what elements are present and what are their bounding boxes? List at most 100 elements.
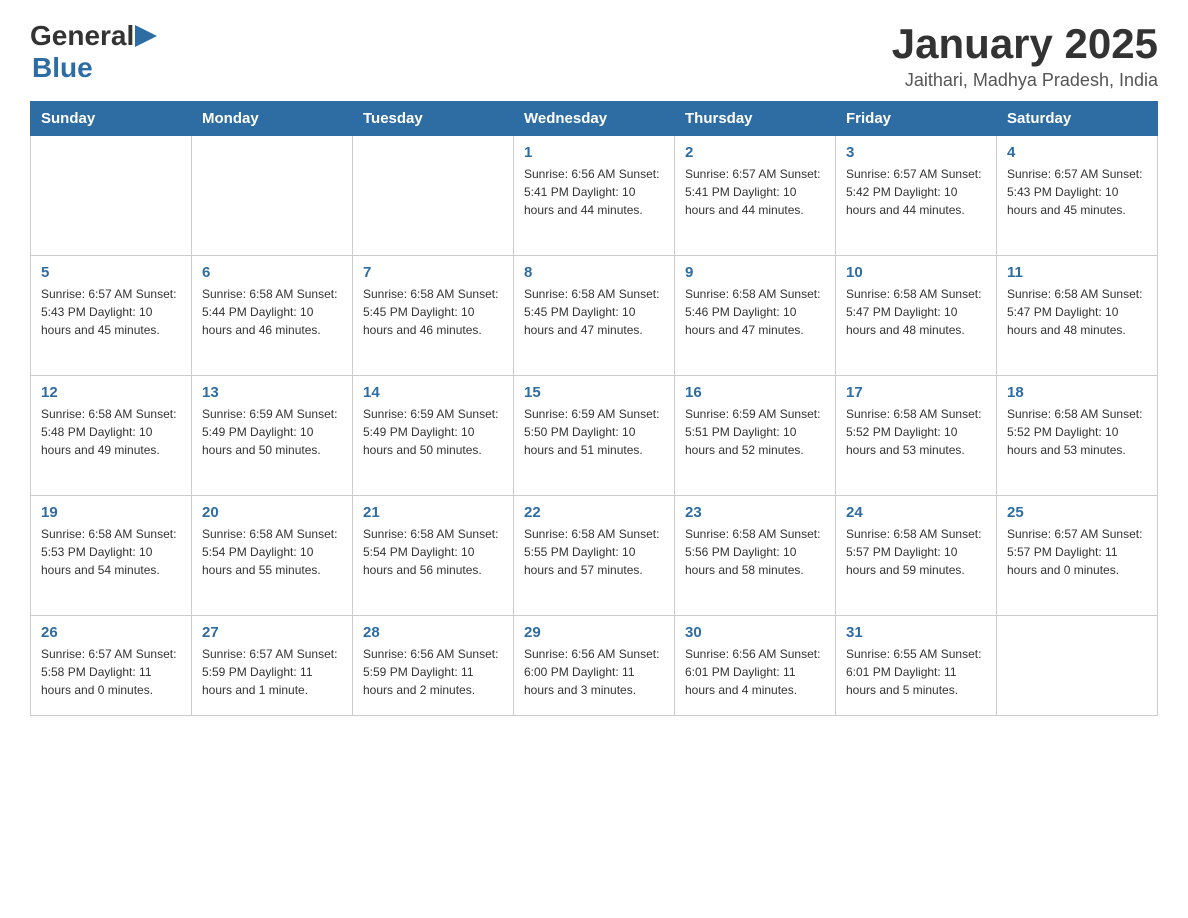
calendar-cell: 28Sunrise: 6:56 AM Sunset: 5:59 PM Dayli…: [353, 616, 514, 716]
calendar-week-row: 1Sunrise: 6:56 AM Sunset: 5:41 PM Daylig…: [31, 136, 1158, 256]
day-number: 20: [202, 504, 342, 521]
day-number: 13: [202, 384, 342, 401]
calendar-cell: 21 Sunrise: 6:58 AM Sunset: 5:54 PM Dayli…: [353, 496, 514, 616]
calendar-cell: 22 Sunrise: 6:58 AM Sunset: 5:55 PM Dayli…: [514, 496, 675, 616]
day-info: Sunrise: 6:59 AM Sunset: 5:51 PM Dayligh…: [685, 405, 825, 459]
calendar-cell: 27 Sunrise: 6:57 AM Sunset: 5:59 PM Dayli…: [192, 616, 353, 716]
calendar-cell: 8 Sunrise: 6:58 AM Sunset: 5:45 PM Daylig…: [514, 256, 675, 376]
day-info: Sunrise: 6:59 AM Sunset: 5:49 PM Dayligh…: [202, 405, 342, 459]
day-info: Sunrise: 6:58 AM Sunset: 5:52 PM Dayligh…: [1007, 405, 1147, 459]
day-number: 28: [363, 624, 503, 641]
day-info: Sunrise: 6:59 AM Sunset: 5:49 PM Dayligh…: [363, 405, 503, 459]
column-header-thursday: Thursday: [675, 102, 836, 136]
calendar-header-row: SundayMondayTuesdayWednesdayThursdayFrid…: [31, 102, 1158, 136]
calendar-cell: 20 Sunrise: 6:58 AM Sunset: 5:54 PM Dayli…: [192, 496, 353, 616]
calendar-cell: 7Sunrise: 6:58 AM Sunset: 5:45 PM Daylig…: [353, 256, 514, 376]
day-number: 18: [1007, 384, 1147, 401]
calendar-cell: 12 Sunrise: 6:58 AM Sunset: 5:48 PM Dayli…: [31, 376, 192, 496]
day-number: 10: [846, 264, 986, 281]
column-header-friday: Friday: [836, 102, 997, 136]
calendar-cell: 25Sunrise: 6:57 AM Sunset: 5:57 PM Dayli…: [997, 496, 1158, 616]
calendar-cell: 1Sunrise: 6:56 AM Sunset: 5:41 PM Daylig…: [514, 136, 675, 256]
day-number: 5: [41, 264, 181, 281]
day-info: Sunrise: 6:58 AM Sunset: 5:45 PM Dayligh…: [524, 285, 664, 339]
column-header-tuesday: Tuesday: [353, 102, 514, 136]
calendar-cell: [31, 136, 192, 256]
day-number: 30: [685, 624, 825, 641]
logo-general-text: General: [30, 20, 134, 52]
day-number: 25: [1007, 504, 1147, 521]
page-header: General Blue January 2025 Jaithari, Madh…: [30, 20, 1158, 91]
calendar-cell: 5Sunrise: 6:57 AM Sunset: 5:43 PM Daylig…: [31, 256, 192, 376]
calendar-cell: 19Sunrise: 6:58 AM Sunset: 5:53 PM Dayli…: [31, 496, 192, 616]
day-number: 16: [685, 384, 825, 401]
day-number: 17: [846, 384, 986, 401]
calendar-cell: 18 Sunrise: 6:58 AM Sunset: 5:52 PM Dayli…: [997, 376, 1158, 496]
day-number: 21: [363, 504, 503, 521]
calendar-cell: [353, 136, 514, 256]
day-info: Sunrise: 6:58 AM Sunset: 5:44 PM Dayligh…: [202, 285, 342, 339]
column-header-monday: Monday: [192, 102, 353, 136]
column-header-sunday: Sunday: [31, 102, 192, 136]
calendar-cell: 11Sunrise: 6:58 AM Sunset: 5:47 PM Dayli…: [997, 256, 1158, 376]
calendar-cell: 23 Sunrise: 6:58 AM Sunset: 5:56 PM Dayli…: [675, 496, 836, 616]
column-header-wednesday: Wednesday: [514, 102, 675, 136]
day-number: 12: [41, 384, 181, 401]
day-number: 14: [363, 384, 503, 401]
day-info: Sunrise: 6:58 AM Sunset: 5:52 PM Dayligh…: [846, 405, 986, 459]
title-section: January 2025 Jaithari, Madhya Pradesh, I…: [892, 20, 1158, 91]
column-header-saturday: Saturday: [997, 102, 1158, 136]
day-number: 3: [846, 144, 986, 161]
calendar-cell: 17 Sunrise: 6:58 AM Sunset: 5:52 PM Dayli…: [836, 376, 997, 496]
day-number: 31: [846, 624, 986, 641]
day-number: 22: [524, 504, 664, 521]
day-number: 4: [1007, 144, 1147, 161]
day-info: Sunrise: 6:58 AM Sunset: 5:54 PM Dayligh…: [363, 525, 503, 579]
day-info: Sunrise: 6:57 AM Sunset: 5:58 PM Dayligh…: [41, 645, 181, 699]
day-number: 24: [846, 504, 986, 521]
day-number: 27: [202, 624, 342, 641]
day-number: 2: [685, 144, 825, 161]
calendar-week-row: 26 Sunrise: 6:57 AM Sunset: 5:58 PM Dayli…: [31, 616, 1158, 716]
day-info: Sunrise: 6:56 AM Sunset: 6:01 PM Dayligh…: [685, 645, 825, 699]
day-info: Sunrise: 6:58 AM Sunset: 5:57 PM Dayligh…: [846, 525, 986, 579]
calendar-cell: 24 Sunrise: 6:58 AM Sunset: 5:57 PM Dayli…: [836, 496, 997, 616]
day-info: Sunrise: 6:57 AM Sunset: 5:59 PM Dayligh…: [202, 645, 342, 699]
day-info: Sunrise: 6:58 AM Sunset: 5:56 PM Dayligh…: [685, 525, 825, 579]
logo-triangle-icon: [135, 25, 157, 47]
day-info: Sunrise: 6:58 AM Sunset: 5:48 PM Dayligh…: [41, 405, 181, 459]
page-title: January 2025: [892, 20, 1158, 68]
day-number: 23: [685, 504, 825, 521]
day-info: Sunrise: 6:58 AM Sunset: 5:54 PM Dayligh…: [202, 525, 342, 579]
calendar-cell: 6 Sunrise: 6:58 AM Sunset: 5:44 PM Daylig…: [192, 256, 353, 376]
calendar-cell: 2Sunrise: 6:57 AM Sunset: 5:41 PM Daylig…: [675, 136, 836, 256]
calendar-cell: 4 Sunrise: 6:57 AM Sunset: 5:43 PM Daylig…: [997, 136, 1158, 256]
day-number: 19: [41, 504, 181, 521]
calendar-week-row: 5Sunrise: 6:57 AM Sunset: 5:43 PM Daylig…: [31, 256, 1158, 376]
logo-blue-text: Blue: [32, 52, 93, 83]
calendar-cell: 16 Sunrise: 6:59 AM Sunset: 5:51 PM Dayli…: [675, 376, 836, 496]
day-info: Sunrise: 6:58 AM Sunset: 5:55 PM Dayligh…: [524, 525, 664, 579]
day-number: 26: [41, 624, 181, 641]
calendar-cell: [192, 136, 353, 256]
calendar-cell: 15Sunrise: 6:59 AM Sunset: 5:50 PM Dayli…: [514, 376, 675, 496]
day-info: Sunrise: 6:56 AM Sunset: 5:41 PM Dayligh…: [524, 165, 664, 219]
day-number: 6: [202, 264, 342, 281]
calendar-cell: 9Sunrise: 6:58 AM Sunset: 5:46 PM Daylig…: [675, 256, 836, 376]
calendar-cell: 3Sunrise: 6:57 AM Sunset: 5:42 PM Daylig…: [836, 136, 997, 256]
day-number: 8: [524, 264, 664, 281]
day-info: Sunrise: 6:57 AM Sunset: 5:43 PM Dayligh…: [1007, 165, 1147, 219]
day-info: Sunrise: 6:55 AM Sunset: 6:01 PM Dayligh…: [846, 645, 986, 699]
calendar-week-row: 19Sunrise: 6:58 AM Sunset: 5:53 PM Dayli…: [31, 496, 1158, 616]
day-info: Sunrise: 6:58 AM Sunset: 5:47 PM Dayligh…: [1007, 285, 1147, 339]
calendar-cell: [997, 616, 1158, 716]
calendar-cell: 14 Sunrise: 6:59 AM Sunset: 5:49 PM Dayli…: [353, 376, 514, 496]
day-info: Sunrise: 6:59 AM Sunset: 5:50 PM Dayligh…: [524, 405, 664, 459]
day-info: Sunrise: 6:56 AM Sunset: 6:00 PM Dayligh…: [524, 645, 664, 699]
logo: General Blue: [30, 20, 158, 84]
calendar-cell: 31 Sunrise: 6:55 AM Sunset: 6:01 PM Dayli…: [836, 616, 997, 716]
day-number: 9: [685, 264, 825, 281]
calendar-cell: 30 Sunrise: 6:56 AM Sunset: 6:01 PM Dayli…: [675, 616, 836, 716]
calendar-table: SundayMondayTuesdayWednesdayThursdayFrid…: [30, 101, 1158, 716]
calendar-cell: 13 Sunrise: 6:59 AM Sunset: 5:49 PM Dayli…: [192, 376, 353, 496]
